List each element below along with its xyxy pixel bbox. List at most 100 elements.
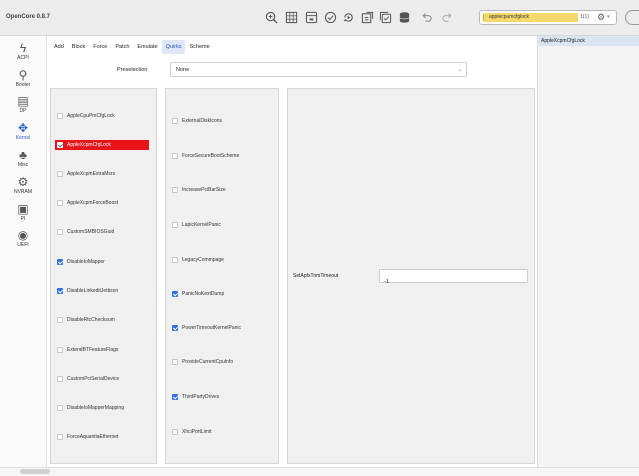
checkbox-box: [57, 347, 63, 353]
checkbox-label: AppleCpuPmCfgLock: [67, 113, 115, 119]
search-input[interactable]: applecpumcfglock 1(1) ⚙ ▾: [479, 10, 617, 25]
checkbox-label: DisableIoMapperMapping: [67, 405, 124, 411]
checkbox-box: [57, 376, 63, 382]
tab-quirks[interactable]: Quirks: [161, 40, 186, 54]
sidebar-item-label: ACPI: [17, 55, 29, 61]
checkbox-customsmbiosguid[interactable]: CustomSMBIOSGuid: [57, 227, 114, 237]
sidebar-item-misc[interactable]: ♣ Misc: [0, 148, 46, 174]
checkbox-providecurrentcpuinfo[interactable]: ProvideCurrentCpuInfo: [172, 357, 233, 367]
sidebar-item-pi[interactable]: ▣ PI: [0, 202, 46, 228]
redo-icon[interactable]: [440, 10, 454, 24]
checkbox-lapickernelpanic[interactable]: LapicKernelPanic: [172, 220, 221, 230]
search-count: 1(1): [580, 14, 589, 20]
sidebar-item-label: DP: [19, 108, 27, 114]
checkbox-label: ProvideCurrentCpuInfo: [182, 359, 234, 365]
checkbox-increasepcibarsize[interactable]: IncreasePciBarSize: [172, 185, 226, 195]
checkbox-box: [57, 288, 63, 294]
checkbox-applexcpmforceboost[interactable]: AppleXcpmForceBoost: [57, 198, 118, 208]
checkbox-label: LegacyCommpage: [182, 257, 224, 263]
checkbox-box: [172, 394, 178, 400]
preselection-select[interactable]: None ⌄: [170, 62, 467, 77]
device-properties-icon: ▤: [17, 94, 29, 108]
checkbox-box: [57, 229, 63, 235]
undo-icon[interactable]: [419, 10, 433, 24]
checkbox-forcesecurebootscheme[interactable]: ForceSecureBootScheme: [172, 151, 239, 161]
booter-icon: ⚲: [18, 68, 28, 82]
import-icon[interactable]: [360, 10, 374, 24]
checkbox-box: [172, 153, 178, 159]
checkbox-applecpupmcfglock[interactable]: AppleCpuPmCfgLock: [57, 111, 115, 121]
checkbox-box: [57, 200, 63, 206]
checkbox-disablelinkeditjettison[interactable]: DisableLinkeditJettison: [57, 286, 118, 296]
tab-add[interactable]: Add: [50, 40, 68, 54]
preselection-value: None: [176, 67, 190, 73]
setapfstrimtimeout-input[interactable]: [380, 276, 527, 288]
checkbox-applexcpmextramsrs[interactable]: AppleXcpmExtraMsrs: [57, 169, 115, 179]
check-circle-icon[interactable]: [323, 10, 337, 24]
platforminfo-icon: ▣: [17, 202, 29, 216]
checkbox-disablertcchecksum[interactable]: DisableRtcChecksum: [57, 315, 115, 325]
tab-bar: Add Block Force Patch Emulate Quirks Sch…: [50, 40, 214, 54]
refresh-icon[interactable]: [341, 10, 355, 24]
sidebar-item-dp[interactable]: ▤ DP: [0, 94, 46, 120]
checkbox-xhciportlimit[interactable]: XhciPortLimit: [172, 427, 211, 437]
chevron-down-icon[interactable]: ▾: [607, 14, 610, 20]
tab-block[interactable]: Block: [68, 40, 89, 54]
search-field-edge[interactable]: [625, 10, 639, 25]
sidebar-item-kernel[interactable]: ✥ Kernel: [0, 121, 46, 147]
checkbox-applexcpmcfglock[interactable]: AppleXcpmCfgLock: [55, 140, 149, 150]
sidebar-item-label: NVRAM: [13, 189, 33, 195]
sidebar-item-acpi[interactable]: ϟ ACPI: [0, 41, 46, 67]
preselection-label: Preselection: [117, 67, 148, 73]
grid-icon[interactable]: [284, 10, 298, 24]
checkbox-label: DisableIoMapper: [67, 259, 105, 265]
quirks-column-1: AppleCpuPmCfgLock AppleXcpmCfgLock Apple…: [50, 88, 157, 464]
checkbox-box: [172, 118, 178, 124]
app-title: OpenCore 0.8.7: [6, 14, 51, 20]
checkbox-label: ThirdPartyDrives: [182, 394, 220, 400]
checkbox-box: [57, 434, 63, 440]
checkbox-panicnokextdump[interactable]: PanicNoKextDump: [172, 289, 224, 299]
checkbox-box: [172, 187, 178, 193]
checkbox-label: CustomSMBIOSGuid: [67, 229, 115, 235]
kernel-icon: ✥: [17, 121, 29, 135]
search-result-item[interactable]: AppleXcpmCfgLock: [538, 36, 639, 46]
checkbox-box: [57, 405, 63, 411]
checkbox-powertimeoutkernelpanic[interactable]: PowerTimeoutKernelPanic: [172, 323, 241, 333]
setapfstrimtimeout-field[interactable]: [379, 269, 528, 288]
uefi-icon: ◉: [17, 228, 29, 242]
setapfstrimtimeout-label: SetApfsTrimTimeout: [293, 273, 339, 279]
save-icon[interactable]: [304, 10, 318, 24]
checkbox-extendbtfeatureflags[interactable]: ExtendBTFeatureFlags: [57, 345, 118, 355]
checkbox-label: PowerTimeoutKernelPanic: [182, 325, 242, 331]
checkbox-box: [172, 257, 178, 263]
sidebar-item-label: Misc: [17, 162, 29, 168]
database-icon[interactable]: [397, 10, 411, 24]
sidebar-item-nvram[interactable]: ⚙ NVRAM: [0, 175, 46, 201]
magnifier-icon[interactable]: [264, 10, 278, 24]
checkbox-label: ExtendBTFeatureFlags: [67, 347, 119, 353]
sidebar-item-booter[interactable]: ⚲ Booter: [0, 68, 46, 94]
search-results-panel: AppleXcpmCfgLock: [537, 36, 639, 467]
checkbox-box: [172, 291, 178, 297]
checkbox-label: CustomPciSerialDevice: [67, 376, 120, 382]
checkbox-forceaquantiaethernet[interactable]: ForceAquantiaEthernet: [57, 432, 118, 442]
checkbox-externaldiskicons[interactable]: ExternalDiskIcons: [172, 116, 222, 126]
checkbox-box: [172, 359, 178, 365]
checkbox-label: LapicKernelPanic: [182, 222, 221, 228]
checkbox-disableiomapper[interactable]: DisableIoMapper: [57, 257, 105, 267]
tab-emulate[interactable]: Emulate: [133, 40, 161, 54]
checkbox-label: ForceSecureBootScheme: [182, 153, 240, 159]
checkbox-custompciserialdevice[interactable]: CustomPciSerialDevice: [57, 374, 119, 384]
tab-scheme[interactable]: Scheme: [185, 40, 213, 54]
sidebar-item-uefi[interactable]: ◉ UEFI: [0, 228, 46, 254]
checkbox-thirdpartydrives[interactable]: ThirdPartyDrives: [172, 392, 219, 402]
copy-icon[interactable]: [378, 10, 392, 24]
tab-force[interactable]: Force: [89, 40, 111, 54]
gear-icon[interactable]: ⚙: [597, 12, 605, 23]
checkbox-disableiomappermapping[interactable]: DisableIoMapperMapping: [57, 403, 124, 413]
checkbox-legacycommpage[interactable]: LegacyCommpage: [172, 255, 224, 265]
checkbox-box: [57, 259, 63, 265]
checkbox-label: ForceAquantiaEthernet: [67, 434, 119, 440]
tab-patch[interactable]: Patch: [111, 40, 133, 54]
